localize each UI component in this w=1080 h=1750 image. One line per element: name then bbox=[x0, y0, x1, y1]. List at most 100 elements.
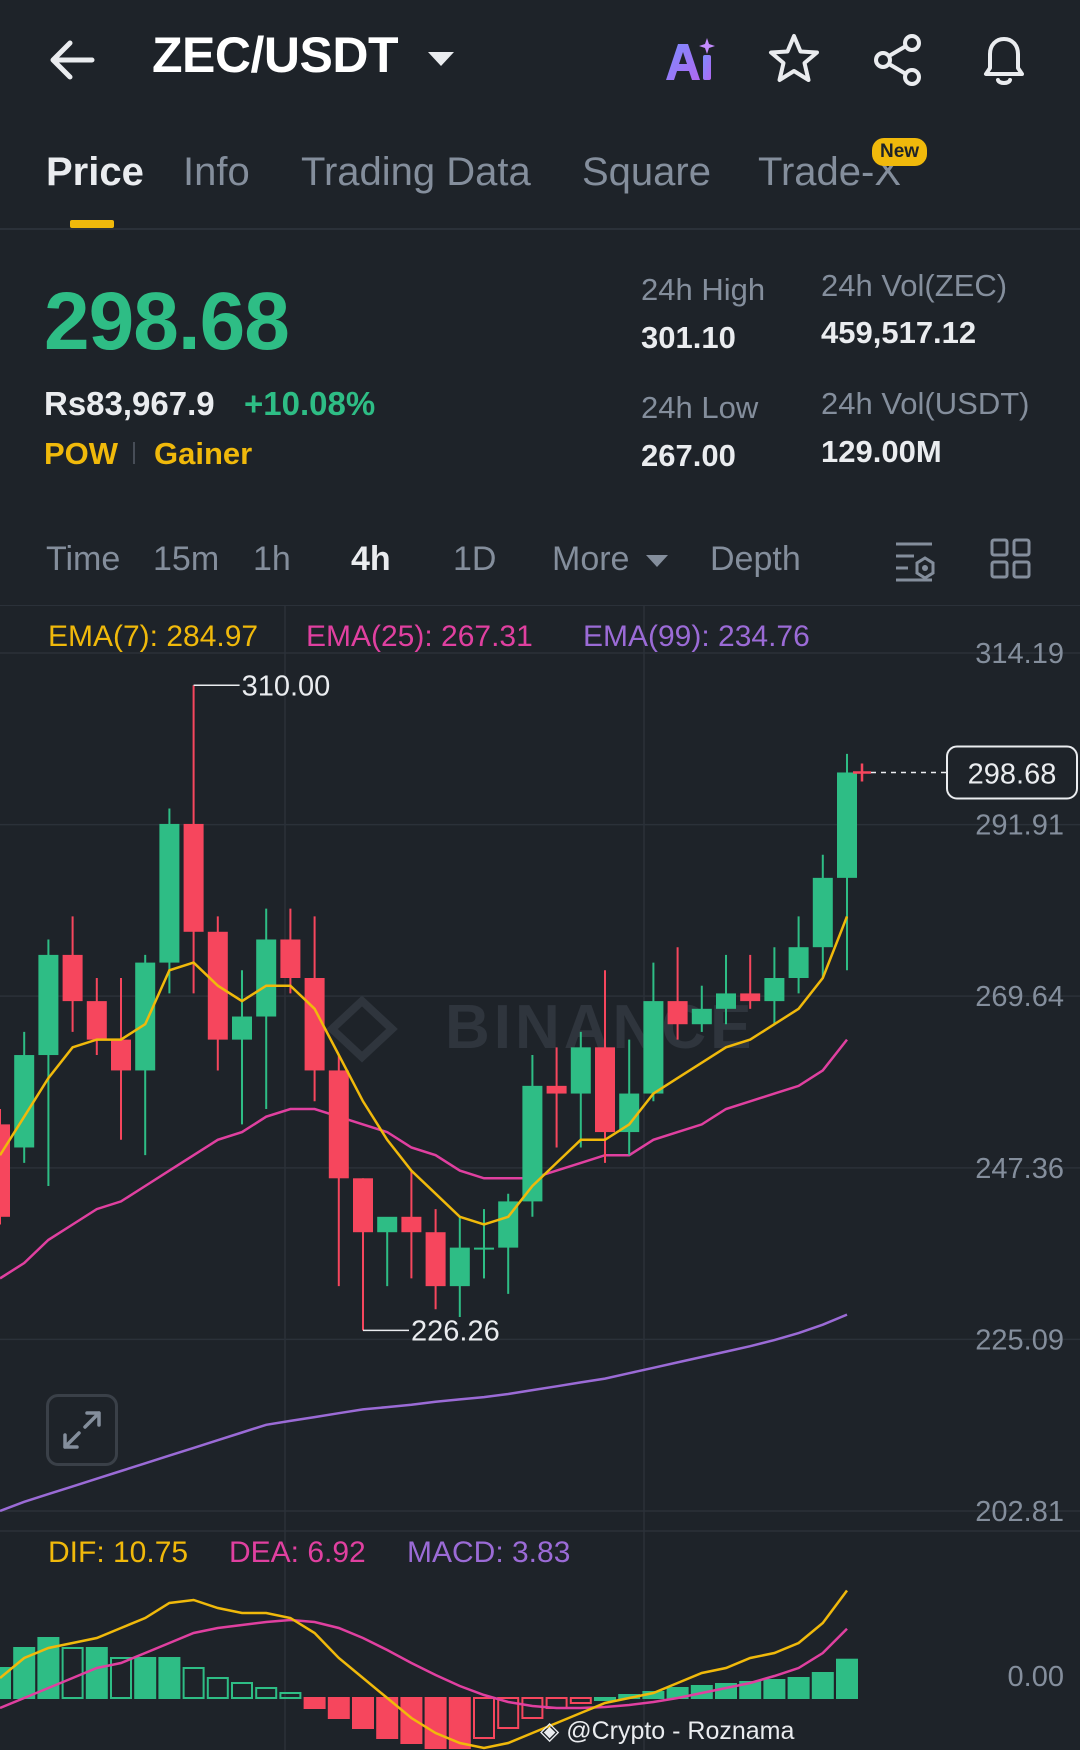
candle-body bbox=[0, 1124, 10, 1217]
y-tick-label: 314.19 bbox=[975, 638, 1064, 670]
low-value: 267.00 bbox=[641, 438, 736, 473]
candle-body bbox=[256, 939, 277, 1017]
candle-body bbox=[14, 1055, 35, 1148]
macd-histogram-bar bbox=[594, 1697, 616, 1701]
candle-body bbox=[619, 1093, 640, 1133]
macd-histogram-bar bbox=[424, 1697, 447, 1749]
candle-body bbox=[546, 1085, 567, 1094]
binance-logo-icon: ◈ bbox=[540, 1717, 560, 1745]
y-tick-label: 269.64 bbox=[975, 981, 1064, 1013]
candle-body bbox=[691, 1008, 712, 1025]
binance-watermark-logo bbox=[326, 995, 398, 1063]
bell-icon[interactable] bbox=[974, 30, 1034, 90]
macd-histogram-bar bbox=[255, 1687, 278, 1699]
interval-15m[interactable]: 15m bbox=[153, 540, 219, 579]
high-value: 301.10 bbox=[641, 320, 736, 355]
chart-settings-icon[interactable] bbox=[894, 538, 940, 584]
candle-body bbox=[377, 1216, 398, 1233]
candle-body bbox=[328, 1070, 349, 1179]
macd-histogram-bar bbox=[569, 1697, 592, 1704]
ema7-label: EMA(7): 284.97 bbox=[48, 620, 259, 653]
ema25-line bbox=[0, 1038, 848, 1280]
source-watermark: ◈ @Crypto - Roznama bbox=[540, 1716, 794, 1746]
interval-4h[interactable]: 4h bbox=[351, 540, 391, 579]
tag-divider bbox=[133, 442, 135, 464]
tag-pow[interactable]: POW bbox=[44, 436, 118, 472]
interval-1d[interactable]: 1D bbox=[453, 540, 496, 579]
chevron-down-icon[interactable] bbox=[428, 52, 454, 66]
macd-histogram-bar bbox=[61, 1647, 84, 1699]
candle-body bbox=[643, 1001, 664, 1094]
macd-histogram-bar bbox=[400, 1697, 423, 1744]
y-tick-label: 247.36 bbox=[975, 1153, 1064, 1185]
candle-body bbox=[38, 954, 59, 1056]
new-badge: New bbox=[872, 138, 928, 166]
expand-icon bbox=[63, 1411, 101, 1449]
macd-histogram-bar bbox=[836, 1658, 858, 1699]
price-change-percent: +10.08% bbox=[244, 385, 376, 422]
tab-info[interactable]: Info bbox=[183, 150, 250, 195]
tab-square[interactable]: Square bbox=[582, 150, 711, 195]
candle-body bbox=[62, 954, 83, 1002]
chevron-down-icon[interactable] bbox=[646, 555, 668, 567]
macd-histogram-bar bbox=[303, 1697, 326, 1709]
ema25-label: EMA(25): 267.31 bbox=[306, 620, 533, 653]
top-bar: ZEC/USDT bbox=[0, 0, 1080, 120]
pair-title[interactable]: ZEC/USDT bbox=[152, 26, 399, 84]
dea-label: DEA: 6.92 bbox=[229, 1536, 366, 1569]
ema7-line bbox=[0, 915, 849, 1226]
vol-quote-value: 129.00M bbox=[821, 434, 942, 469]
candle-body bbox=[740, 993, 761, 1002]
macd-histogram-bar bbox=[85, 1647, 108, 1699]
macd-histogram-bar bbox=[279, 1692, 302, 1699]
active-tab-indicator bbox=[70, 220, 114, 228]
candle-body bbox=[764, 978, 785, 1002]
star-icon[interactable] bbox=[764, 30, 824, 90]
high-label: 24h High bbox=[641, 272, 766, 307]
candle-body bbox=[474, 1247, 494, 1250]
candle-body bbox=[716, 993, 736, 1009]
candle-body bbox=[183, 823, 204, 932]
watermark-text: @Crypto - Roznama bbox=[566, 1717, 795, 1745]
chart-area[interactable]: BINANCE 310.00 226.26 314.19 291.91 269.64 247… bbox=[0, 605, 1080, 1750]
ema99-label: EMA(99): 234.76 bbox=[583, 620, 810, 653]
interval-depth[interactable]: Depth bbox=[710, 540, 801, 579]
macd-histogram-bar bbox=[134, 1657, 157, 1699]
macd-histogram-bar bbox=[158, 1657, 181, 1699]
candle-body bbox=[667, 1001, 688, 1025]
candle-body bbox=[788, 947, 809, 979]
macd-histogram-bar bbox=[206, 1677, 229, 1699]
macd-histogram-bar bbox=[787, 1677, 810, 1699]
macd-histogram-bar bbox=[327, 1697, 350, 1719]
interval-more[interactable]: More bbox=[552, 540, 629, 579]
layout-grid-icon[interactable] bbox=[990, 538, 1032, 580]
interval-bar: Time 15m 1h 4h 1D More Depth bbox=[0, 520, 1080, 600]
interval-time[interactable]: Time bbox=[46, 540, 120, 579]
expand-chart-button[interactable] bbox=[46, 1394, 118, 1466]
fiat-price: Rs83,967.9 bbox=[44, 385, 215, 422]
tab-trading-data[interactable]: Trading Data bbox=[301, 150, 531, 195]
candle-body bbox=[837, 772, 857, 878]
low-marker-label: 226.26 bbox=[411, 1315, 500, 1347]
y-tick-label: 202.81 bbox=[975, 1496, 1064, 1528]
candle-body bbox=[425, 1232, 446, 1287]
last-price: 298.68 bbox=[44, 276, 290, 367]
macd-histogram-bar bbox=[811, 1672, 834, 1699]
candle-body bbox=[159, 823, 180, 963]
candle-body bbox=[232, 1016, 252, 1040]
interval-1h[interactable]: 1h bbox=[253, 540, 291, 579]
macd-histogram-bar bbox=[763, 1679, 786, 1699]
macd-histogram-bar bbox=[521, 1697, 544, 1719]
candle-body bbox=[86, 1001, 107, 1040]
share-icon[interactable] bbox=[868, 30, 928, 90]
tab-price[interactable]: Price bbox=[46, 150, 144, 195]
candlestick-chart[interactable]: BINANCE310.00226.26314.19291.91269.64247… bbox=[0, 606, 1080, 1750]
vol-quote-label: 24h Vol(USDT) bbox=[821, 386, 1030, 421]
ai-icon[interactable] bbox=[660, 30, 720, 90]
dif-label: DIF: 10.75 bbox=[48, 1536, 189, 1569]
candle-body bbox=[570, 1047, 591, 1094]
price-tag-label: 298.68 bbox=[968, 758, 1057, 790]
low-label: 24h Low bbox=[641, 390, 759, 425]
tag-gainer[interactable]: Gainer bbox=[154, 436, 252, 472]
back-arrow-icon[interactable] bbox=[44, 34, 104, 86]
